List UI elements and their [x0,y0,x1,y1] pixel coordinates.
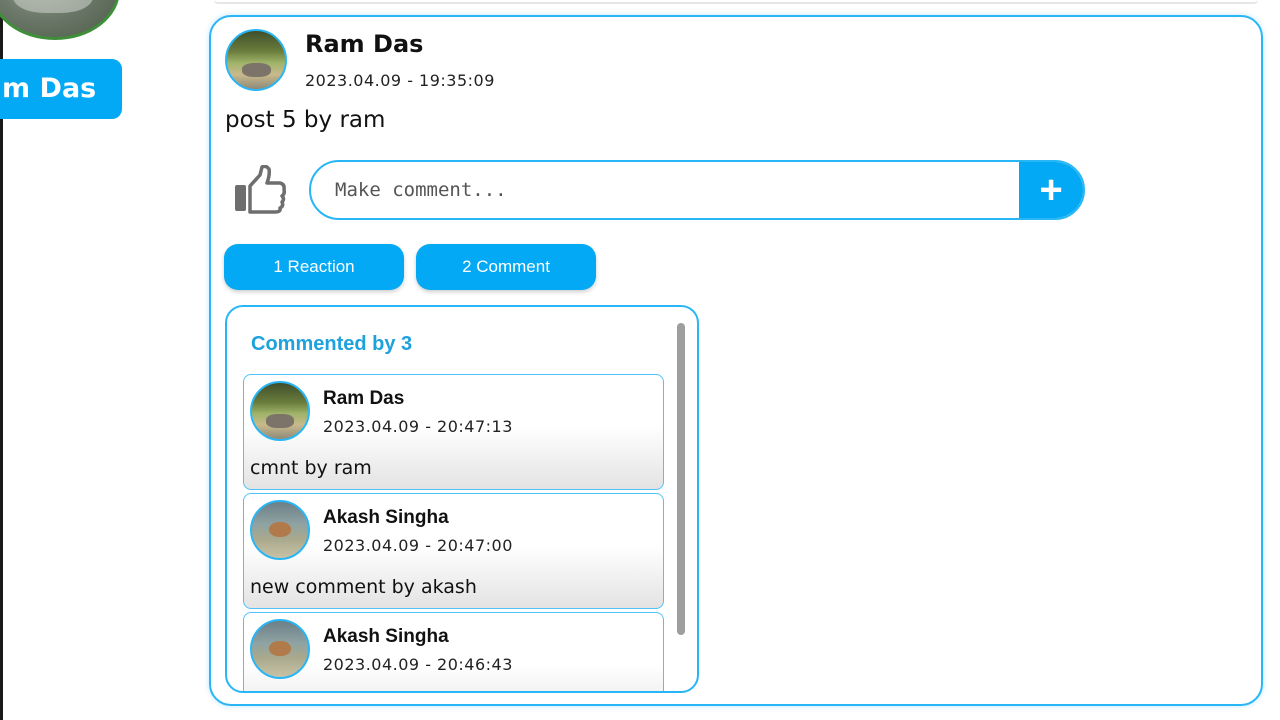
comment-text: cmnt by ram [250,457,372,479]
comment-timestamp: 2023.04.09 - 20:47:00 [323,536,513,555]
comment-input[interactable] [311,162,1021,218]
profile-picture [0,0,120,40]
post-author-name[interactable]: Ram Das [305,30,423,58]
comment-avatar[interactable] [250,500,310,560]
comment-text: new comment by akash [250,576,477,598]
comments-title: Commented by 3 [251,333,413,355]
add-comment-button[interactable]: + [1019,162,1083,218]
comments-button[interactable]: 2 Comment [416,244,596,290]
comment-author[interactable]: Akash Singha [323,626,449,648]
comment-timestamp: 2023.04.09 - 20:47:13 [323,417,513,436]
comment-form: + [309,160,1085,220]
profile-name-button[interactable]: m Das [0,59,122,119]
comment-avatar[interactable] [250,381,310,441]
comment-author[interactable]: Akash Singha [323,507,449,529]
like-button[interactable] [233,164,287,215]
comments-scrollbar[interactable] [677,323,685,635]
thumbs-up-icon [235,164,286,214]
post-card: Ram Das 2023.04.09 - 19:35:09 post 5 by … [209,15,1263,706]
post-timestamp: 2023.04.09 - 19:35:09 [305,71,495,90]
previous-card-edge [214,0,1258,4]
comments-panel: Commented by 3 Ram Das 2023.04.09 - 20:4… [225,305,699,693]
comment-item: Ram Das 2023.04.09 - 20:47:13 cmnt by ra… [243,374,664,490]
comment-timestamp: 2023.04.09 - 20:46:43 [323,655,513,674]
reactions-button[interactable]: 1 Reaction [224,244,404,290]
post-author-avatar[interactable] [225,29,287,91]
comment-avatar[interactable] [250,619,310,679]
post-body-text: post 5 by ram [225,107,386,133]
comment-author[interactable]: Ram Das [323,388,404,410]
comment-item: Akash Singha 2023.04.09 - 20:46:43 [243,612,664,691]
comment-item: Akash Singha 2023.04.09 - 20:47:00 new c… [243,493,664,609]
